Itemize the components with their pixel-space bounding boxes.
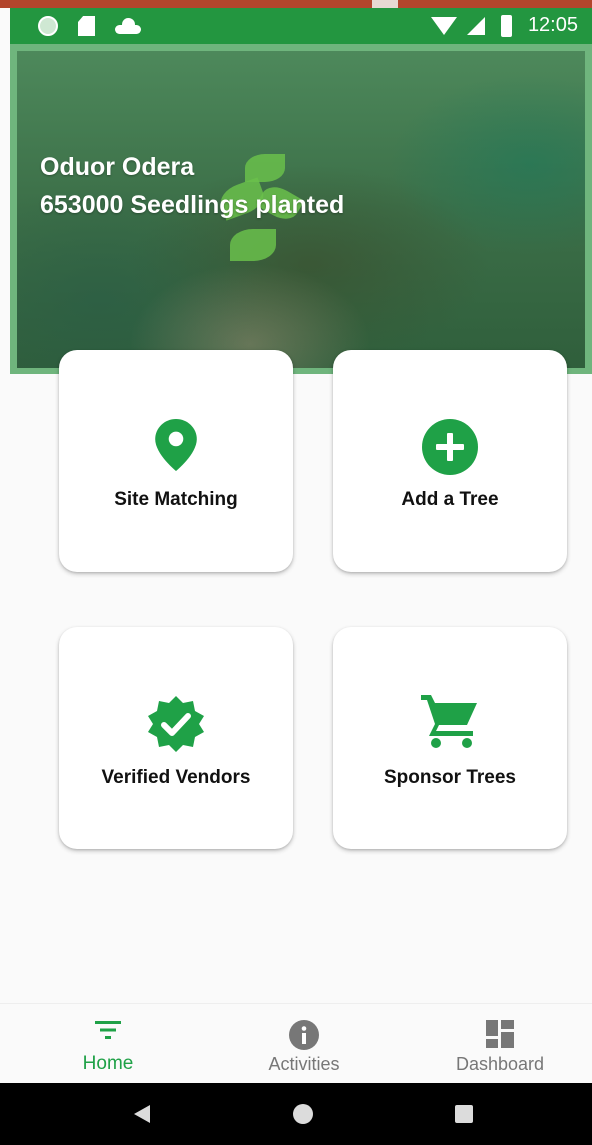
top-edge	[0, 0, 592, 8]
nav-dashboard-label: Dashboard	[455, 1054, 545, 1074]
status-bar: 12:05	[10, 8, 592, 44]
sponsor-trees-label: Sponsor Trees	[384, 767, 516, 788]
user-name: Oduor Odera	[40, 153, 195, 181]
info-icon	[289, 1020, 319, 1055]
shopping-cart-icon	[419, 691, 481, 754]
nav-home-label: Home	[82, 1053, 134, 1074]
app-screen: 12:05 Oduor Odera 653000 Seedlings plant…	[0, 0, 592, 1145]
status-clock: 12:05	[527, 14, 578, 36]
verified-vendors-label: Verified Vendors	[101, 767, 251, 788]
location-pin-icon	[155, 419, 197, 476]
hero-banner: Oduor Odera 653000 Seedlings planted	[10, 44, 592, 374]
add-a-tree-card[interactable]: Add a Tree	[333, 350, 567, 572]
cloud-icon	[115, 18, 141, 34]
add-a-tree-label: Add a Tree	[401, 489, 499, 510]
recent-apps-icon[interactable]	[455, 1105, 473, 1123]
nav-home[interactable]: Home	[10, 1004, 206, 1084]
seedlings-planted: 653000 Seedlings planted	[40, 191, 345, 219]
nav-dashboard[interactable]: Dashboard	[402, 1004, 592, 1084]
notification-dot-icon	[38, 16, 58, 36]
verified-badge-icon	[146, 694, 206, 759]
signal-icon	[466, 16, 485, 35]
site-matching-label: Site Matching	[114, 489, 238, 510]
wifi-icon	[430, 16, 457, 35]
dashboard-icon	[486, 1020, 514, 1053]
site-matching-card[interactable]: Site Matching	[59, 350, 293, 572]
nav-activities-label: Activities	[268, 1054, 340, 1074]
battery-icon	[500, 14, 512, 37]
nav-activities[interactable]: Activities	[206, 1004, 402, 1084]
filter-list-icon	[95, 1020, 121, 1045]
top-edge-nub	[372, 0, 398, 8]
system-navigation-bar	[0, 1083, 592, 1145]
home-circle-icon[interactable]	[293, 1104, 313, 1124]
sponsor-trees-card[interactable]: Sponsor Trees	[333, 627, 567, 849]
verified-vendors-card[interactable]: Verified Vendors	[59, 627, 293, 849]
add-circle-icon	[422, 419, 478, 480]
status-right-icons: 12:05	[430, 14, 578, 37]
status-left-icons	[38, 16, 141, 36]
back-icon[interactable]	[134, 1105, 150, 1123]
hero-text: Oduor Odera 653000 Seedlings planted	[40, 148, 344, 224]
bottom-navigation: Home Activities Dashboard	[0, 1003, 592, 1083]
sd-card-icon	[78, 16, 95, 36]
